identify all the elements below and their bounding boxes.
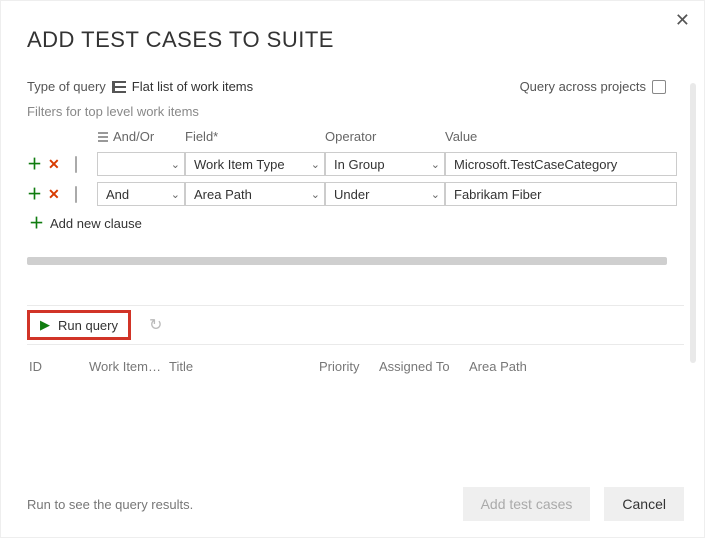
type-of-query[interactable]: Type of query Flat list of work items bbox=[27, 79, 253, 94]
result-headers: ID Work Item… Title Priority Assigned To… bbox=[27, 345, 684, 382]
row-ops: ＋ ✕ bbox=[27, 187, 75, 202]
filter-grid: And/Or Field* Operator Value ＋ ✕ ⌄ Work … bbox=[27, 129, 684, 206]
remove-row-icon[interactable]: ✕ bbox=[48, 157, 60, 171]
col-area[interactable]: Area Path bbox=[469, 359, 589, 374]
add-row-icon[interactable]: ＋ bbox=[27, 157, 42, 172]
query-type-row: Type of query Flat list of work items Qu… bbox=[27, 79, 684, 94]
field-select[interactable]: Area Path ⌄ bbox=[185, 182, 325, 206]
value-input[interactable]: Fabrikam Fiber bbox=[445, 182, 677, 206]
cancel-button[interactable]: Cancel bbox=[604, 487, 684, 521]
remove-row-icon[interactable]: ✕ bbox=[48, 187, 60, 201]
header-operator: Operator bbox=[325, 129, 445, 146]
chevron-down-icon: ⌄ bbox=[171, 158, 180, 171]
header-field: Field* bbox=[185, 129, 325, 146]
plus-icon: ＋ bbox=[29, 216, 44, 231]
col-title[interactable]: Title bbox=[169, 359, 319, 374]
filters-label: Filters for top level work items bbox=[27, 104, 684, 119]
row-checkbox[interactable] bbox=[75, 156, 77, 173]
query-across-projects[interactable]: Query across projects bbox=[520, 79, 666, 94]
row-checkbox[interactable] bbox=[75, 186, 77, 203]
value-input[interactable]: Microsoft.TestCaseCategory bbox=[445, 152, 677, 176]
header-andor: And/Or bbox=[97, 129, 185, 146]
dialog-title: ADD TEST CASES TO SUITE bbox=[27, 27, 684, 53]
close-icon[interactable]: ✕ bbox=[675, 11, 690, 29]
operator-select[interactable]: Under ⌄ bbox=[325, 182, 445, 206]
group-icon bbox=[97, 131, 109, 143]
type-of-query-label: Type of query bbox=[27, 79, 106, 94]
chevron-down-icon: ⌄ bbox=[311, 188, 320, 201]
add-test-cases-button[interactable]: Add test cases bbox=[463, 487, 591, 521]
run-query-button[interactable]: ▶ Run query bbox=[27, 310, 131, 340]
chevron-down-icon: ⌄ bbox=[171, 188, 180, 201]
add-new-clause[interactable]: ＋ Add new clause bbox=[29, 216, 684, 231]
dialog-footer: Run to see the query results. Add test c… bbox=[27, 487, 684, 521]
col-workitem[interactable]: Work Item… bbox=[89, 359, 169, 374]
vertical-scrollbar[interactable] bbox=[690, 83, 696, 363]
query-across-label: Query across projects bbox=[520, 79, 646, 94]
flat-list-icon bbox=[112, 81, 126, 93]
refresh-icon[interactable]: ↻ bbox=[149, 315, 162, 335]
operator-select[interactable]: In Group ⌄ bbox=[325, 152, 445, 176]
row-ops: ＋ ✕ bbox=[27, 157, 75, 172]
query-toolbar: ▶ Run query ↻ bbox=[27, 305, 684, 345]
results-hint: Run to see the query results. bbox=[27, 497, 193, 512]
col-assigned[interactable]: Assigned To bbox=[379, 359, 469, 374]
chevron-down-icon: ⌄ bbox=[431, 158, 440, 171]
andor-select[interactable]: And ⌄ bbox=[97, 182, 185, 206]
add-test-cases-dialog: ✕ ADD TEST CASES TO SUITE Type of query … bbox=[0, 0, 705, 538]
col-priority[interactable]: Priority bbox=[319, 359, 379, 374]
field-select[interactable]: Work Item Type ⌄ bbox=[185, 152, 325, 176]
query-across-checkbox[interactable] bbox=[652, 80, 666, 94]
chevron-down-icon: ⌄ bbox=[311, 158, 320, 171]
play-icon: ▶ bbox=[40, 317, 50, 333]
chevron-down-icon: ⌄ bbox=[431, 188, 440, 201]
add-row-icon[interactable]: ＋ bbox=[27, 187, 42, 202]
header-value: Value bbox=[445, 129, 677, 146]
horizontal-scrollbar[interactable] bbox=[27, 257, 667, 265]
type-of-query-value: Flat list of work items bbox=[132, 79, 253, 94]
andor-select[interactable]: ⌄ bbox=[97, 152, 185, 176]
col-id[interactable]: ID bbox=[29, 359, 89, 374]
